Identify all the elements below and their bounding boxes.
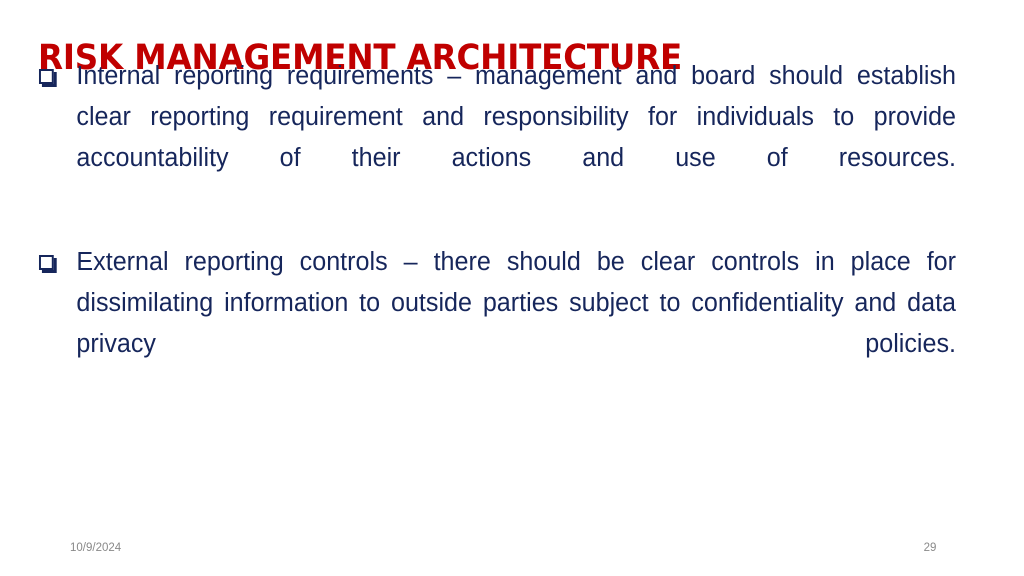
list-item: Internal reporting requirements – manage… [38,56,956,220]
list-item-text: Internal reporting requirements – manage… [76,62,957,172]
slide-canvas: RISK MANAGEMENT ARCHITECTURE Internal re… [0,0,1024,576]
slide-number: 29 [923,542,937,554]
hollow-square-bullet-icon [38,69,54,84]
slide-body: Internal reporting requirements – manage… [38,56,970,406]
hollow-square-bullet-icon [38,255,54,270]
footer-date: 10/9/2024 [70,542,122,554]
list-item-text: External reporting controls – there shou… [76,248,957,358]
list-item: External reporting controls – there shou… [38,242,956,406]
